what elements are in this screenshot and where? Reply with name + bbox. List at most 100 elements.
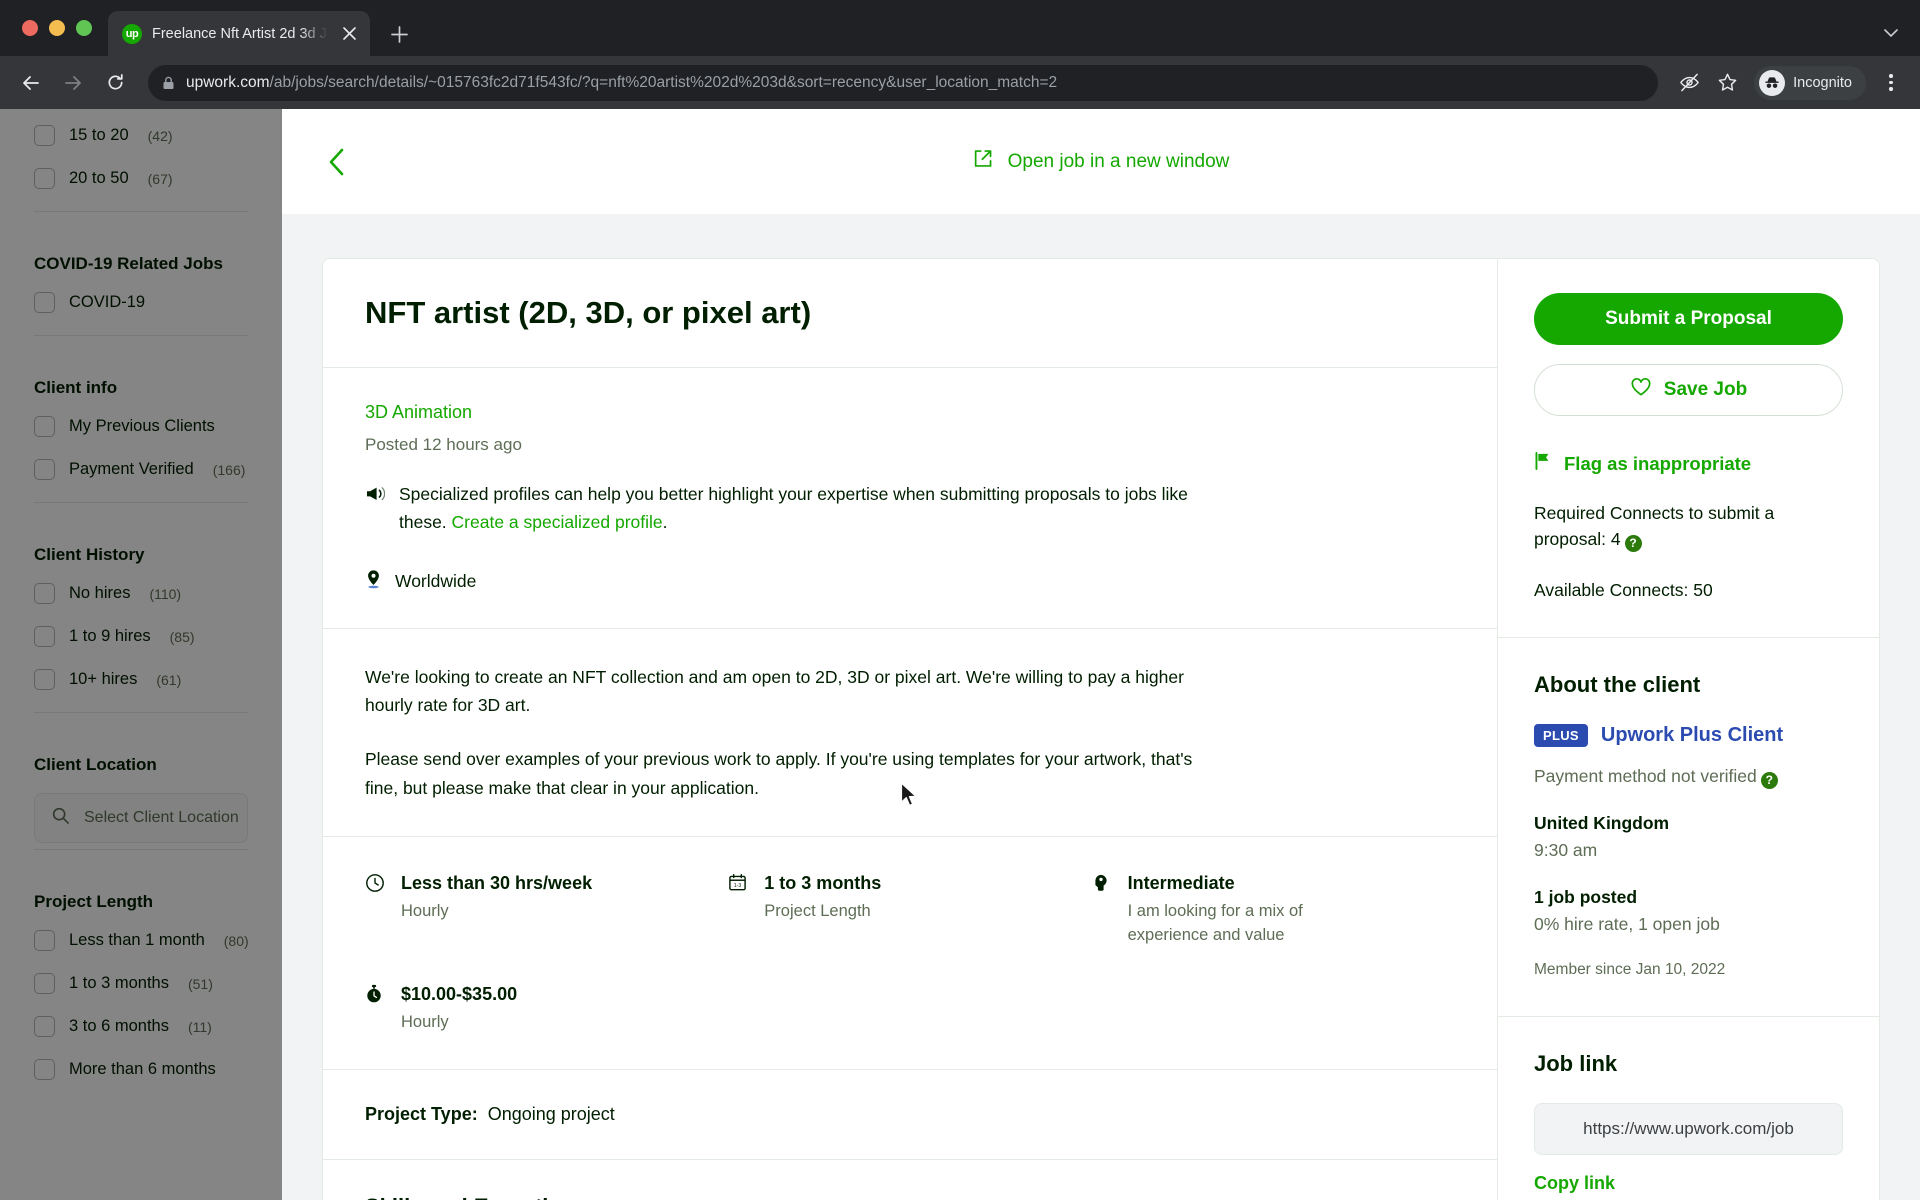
fact-main: $10.00-$35.00 [401, 984, 518, 1005]
svg-text:1-3: 1-3 [734, 883, 742, 889]
client-member-since: Member since Jan 10, 2022 [1534, 961, 1726, 979]
forward-arrow-icon [54, 64, 92, 102]
fact-sub: Hourly [401, 902, 449, 921]
fact-sub: Hourly [401, 1013, 449, 1032]
fact-body: Intermediate I am looking for a mix of e… [1128, 871, 1328, 948]
fact-experience-level: Intermediate I am looking for a mix of e… [1092, 871, 1455, 948]
eye-slash-icon[interactable] [1672, 66, 1706, 100]
browser-window: up Freelance Nft Artist 2d 3d Jobs [0, 0, 1920, 1200]
save-job-button[interactable]: Save Job [1534, 364, 1843, 416]
client-local-time: 9:30 am [1534, 840, 1598, 860]
back-chevron-left-icon[interactable] [322, 147, 352, 177]
lock-icon [162, 76, 176, 90]
address-bar[interactable]: upwork.com/ab/jobs/search/details/~01576… [148, 64, 1659, 101]
specialized-profile-promo: Specialized profiles can help you better… [365, 481, 1455, 536]
question-mark-icon[interactable]: ? [1624, 534, 1642, 552]
job-description-paragraph: We're looking to create an NFT collectio… [365, 666, 1184, 715]
project-type-value: Ongoing project [487, 1104, 615, 1125]
proposal-actions-section: Submit a Proposal Save Job Flag as inapp… [1498, 259, 1879, 638]
job-category-link[interactable]: 3D Animation [365, 402, 1455, 423]
job-title-section: NFT artist (2D, 3D, or pixel art) [323, 259, 1497, 369]
required-connects-value: Required Connects to submit a proposal: … [1534, 503, 1775, 550]
url-host: upwork.com [186, 73, 270, 91]
incognito-label: Incognito [1793, 74, 1852, 91]
about-client-section: About the client PLUS Upwork Plus Client… [1498, 638, 1879, 1018]
browser-tab[interactable]: up Freelance Nft Artist 2d 3d Jobs [108, 11, 370, 56]
job-card: NFT artist (2D, 3D, or pixel art) 3D Ani… [322, 258, 1880, 1200]
window-controls [18, 0, 108, 56]
star-icon[interactable] [1710, 66, 1744, 100]
flag-icon [1534, 451, 1551, 476]
job-facts-section: Less than 30 hrs/week Hourly 1-3 1 to 3 … [323, 837, 1497, 1071]
fact-main: Less than 30 hrs/week [401, 872, 593, 893]
copy-link-button[interactable]: Copy link [1534, 1173, 1843, 1194]
submit-proposal-button[interactable]: Submit a Proposal [1534, 293, 1843, 345]
save-job-label: Save Job [1663, 379, 1748, 400]
job-location-row: Worldwide [365, 569, 1455, 594]
flag-as-inappropriate-link[interactable]: Flag as inappropriate [1534, 451, 1843, 476]
fact-hourly-rate: $10.00-$35.00 Hourly [365, 982, 728, 1035]
tab-title: Freelance Nft Artist 2d 3d Jobs [152, 25, 328, 42]
heart-icon [1630, 377, 1652, 403]
close-window-button[interactable] [22, 20, 38, 36]
new-tab-button[interactable] [382, 17, 416, 51]
upwork-favicon-icon: up [122, 23, 142, 44]
fact-hours-per-week: Less than 30 hrs/week Hourly [365, 871, 728, 948]
close-tab-icon[interactable] [338, 23, 360, 45]
tab-list-chevron-down-icon[interactable] [1878, 20, 1904, 46]
project-type-row: Project Type: Ongoing project [365, 1104, 1455, 1125]
project-type-section: Project Type: Ongoing project [323, 1070, 1497, 1161]
flag-label: Flag as inappropriate [1564, 452, 1752, 474]
kebab-menu-icon[interactable] [1874, 66, 1908, 100]
reload-icon[interactable] [96, 64, 134, 102]
minimize-window-button[interactable] [49, 20, 65, 36]
incognito-avatar-icon [1759, 69, 1786, 96]
upwork-plus-client-row: PLUS Upwork Plus Client [1534, 723, 1843, 747]
job-details-slideover: Open job in a new window NFT artist (2D,… [282, 109, 1920, 1200]
fact-sub: I am looking for a mix of experience and… [1127, 902, 1303, 945]
required-connects-text: Required Connects to submit a proposal: … [1534, 500, 1843, 553]
slideover-header: Open job in a new window [282, 109, 1920, 214]
page-title: NFT artist (2D, 3D, or pixel art) [365, 295, 812, 330]
browser-toolbar: upwork.com/ab/jobs/search/details/~01576… [0, 56, 1920, 109]
calendar-icon: 1-3 [728, 871, 750, 948]
open-job-in-new-window-link[interactable]: Open job in a new window [973, 148, 1230, 175]
url-text: upwork.com/ab/jobs/search/details/~01576… [186, 74, 1057, 92]
job-location: Worldwide [395, 570, 477, 591]
stopwatch-icon [365, 982, 387, 1035]
expertise-icon [1092, 871, 1114, 948]
external-link-icon [973, 148, 994, 175]
fact-body: $10.00-$35.00 Hourly [401, 982, 517, 1035]
job-link-section: Job link https://www.upwork.com/job Copy… [1498, 1017, 1879, 1200]
create-specialized-profile-link[interactable]: Create a specialized profile [452, 512, 663, 532]
fact-main: 1 to 3 months [764, 872, 882, 893]
client-hire-rate: 0% hire rate, 1 open job [1534, 914, 1720, 935]
fact-main: Intermediate [1127, 872, 1235, 893]
skills-section: Skills and Expertise Pixel Art Character… [323, 1160, 1497, 1200]
job-facts-grid: Less than 30 hrs/week Hourly 1-3 1 to 3 … [365, 871, 1455, 1035]
tab-strip: up Freelance Nft Artist 2d 3d Jobs [0, 0, 1920, 56]
question-mark-icon[interactable]: ? [1760, 771, 1778, 789]
specialized-profile-text: Specialized profiles can help you better… [399, 481, 1229, 536]
job-meta-section: 3D Animation Posted 12 hours ago Special… [323, 368, 1497, 629]
megaphone-icon [365, 481, 386, 508]
maximize-window-button[interactable] [76, 20, 92, 36]
job-side-column: Submit a Proposal Save Job Flag as inapp… [1497, 259, 1879, 1200]
job-description-paragraph: Please send over examples of your previo… [365, 749, 1193, 798]
fact-project-length: 1-3 1 to 3 months Project Length [728, 871, 1091, 948]
incognito-profile-chip[interactable]: Incognito [1754, 65, 1866, 100]
job-posted-time: Posted 12 hours ago [365, 435, 522, 455]
available-connects-text: Available Connects: 50 [1534, 579, 1713, 600]
job-link-input[interactable]: https://www.upwork.com/job [1534, 1103, 1843, 1156]
payment-status-text: Payment method not verified [1534, 765, 1757, 786]
job-description-section: We're looking to create an NFT collectio… [323, 629, 1497, 837]
job-main-column: NFT artist (2D, 3D, or pixel art) 3D Ani… [323, 259, 1497, 1200]
back-arrow-icon[interactable] [12, 64, 50, 102]
location-pin-icon [365, 569, 382, 594]
clock-icon [365, 871, 387, 948]
open-job-label: Open job in a new window [1007, 150, 1230, 172]
plus-badge: PLUS [1534, 723, 1588, 747]
client-country: United Kingdom [1534, 812, 1670, 833]
fact-sub: Project Length [764, 902, 871, 921]
job-link-heading: Job link [1534, 1051, 1618, 1077]
